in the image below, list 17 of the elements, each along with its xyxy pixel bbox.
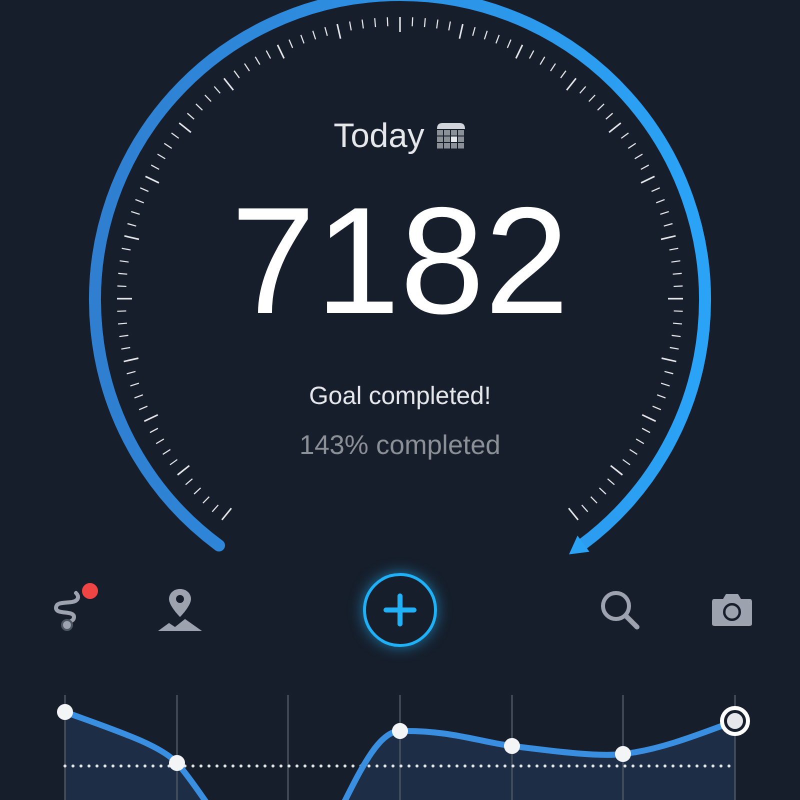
data-point[interactable] <box>392 723 408 739</box>
arrowhead-icon <box>569 536 590 554</box>
goal-status: Goal completed! <box>308 381 492 411</box>
plus-icon <box>383 593 417 627</box>
date-label[interactable]: Today <box>334 116 424 156</box>
location-pin-icon <box>157 587 203 633</box>
percent-completed: 143% completed <box>299 429 501 461</box>
add-button[interactable] <box>363 573 437 647</box>
calendar-icon[interactable] <box>436 121 466 151</box>
step-count: 7182 <box>230 196 570 326</box>
data-point[interactable] <box>169 755 185 771</box>
data-point[interactable] <box>615 746 631 762</box>
data-point[interactable] <box>504 738 520 754</box>
search-icon <box>599 589 641 631</box>
data-point[interactable] <box>57 704 73 720</box>
camera-icon <box>711 593 753 627</box>
selected-data-point[interactable] <box>720 706 750 736</box>
